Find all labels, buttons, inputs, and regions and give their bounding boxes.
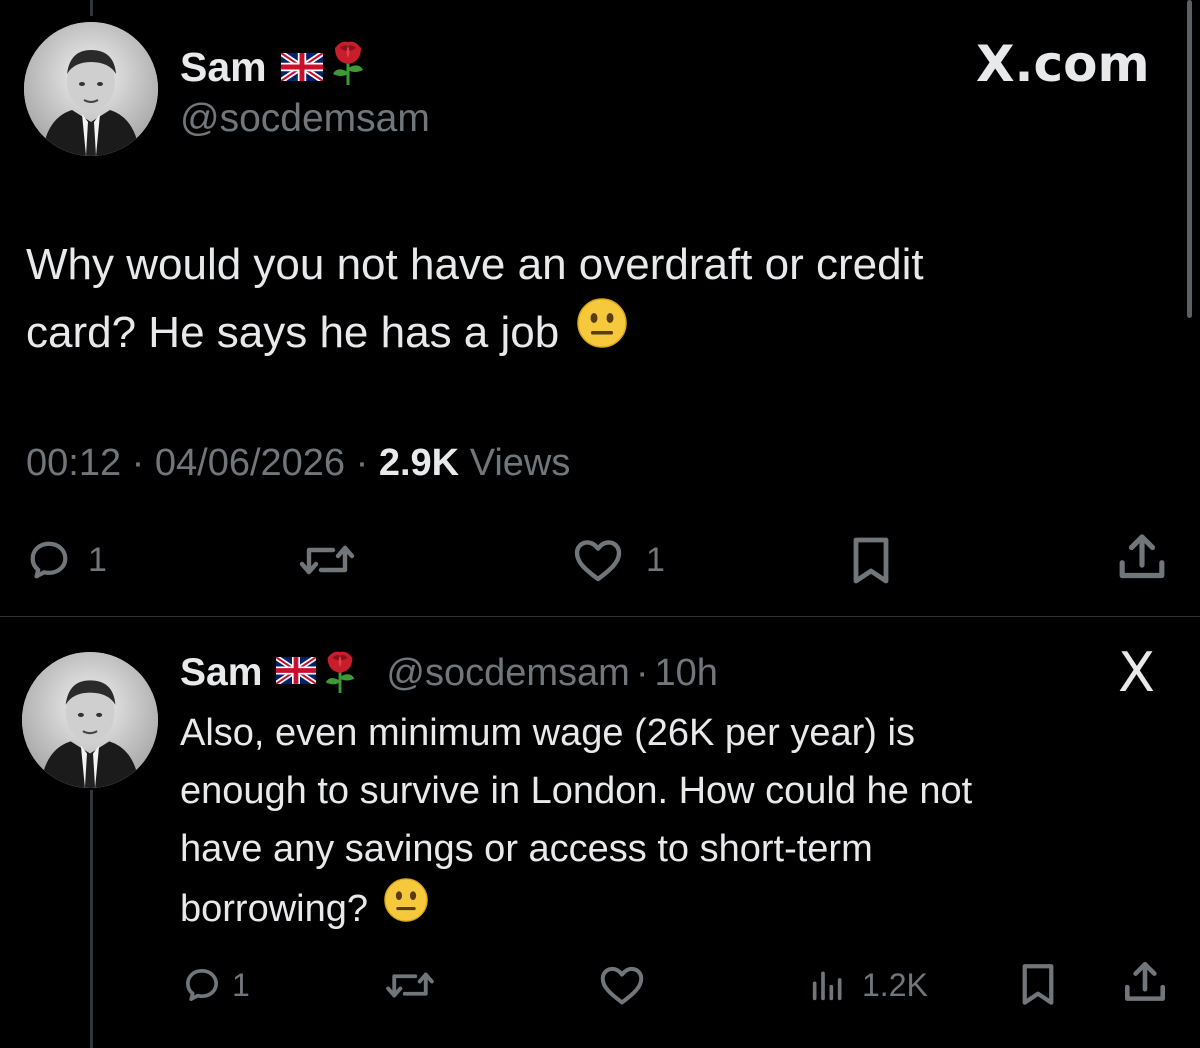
share-button[interactable]	[1114, 530, 1170, 586]
x-logo-label: X	[1118, 641, 1155, 704]
repost-icon	[386, 972, 434, 998]
author-name[interactable]: Sam	[180, 38, 369, 96]
reply-header: Sam @socdemsam · 10h	[180, 648, 718, 698]
bookmark-icon	[853, 537, 889, 584]
bookmark-button[interactable]	[846, 532, 896, 588]
author-handle[interactable]: @socdemsam	[180, 96, 430, 142]
views-count: 2.9K	[378, 442, 460, 484]
reply-views-button[interactable]: 1.2K	[808, 962, 928, 1008]
reply-avatar[interactable]	[22, 652, 158, 788]
reply-count: 1	[88, 540, 107, 579]
tweet-time[interactable]: 00:12	[26, 442, 121, 484]
tweet-divider	[0, 616, 1200, 617]
share-icon	[1125, 961, 1165, 1001]
meta-separator: ·	[635, 651, 649, 694]
reply-repost-button[interactable]	[382, 962, 438, 1008]
rose-icon	[327, 38, 369, 96]
uk-flag-icon	[279, 43, 325, 91]
reply-text-line: borrowing?	[180, 878, 972, 939]
repost-button[interactable]	[296, 532, 358, 588]
reply-author-handle[interactable]: @socdemsam	[386, 652, 629, 695]
share-icon	[1119, 534, 1165, 579]
reply-text-line: enough to survive in London. How could h…	[180, 770, 973, 812]
like-button[interactable]: 1	[572, 532, 665, 588]
tweet-text-line: card? He says he has a job	[26, 298, 924, 367]
reply-text-line: Also, even minimum wage (26K per year) i…	[180, 712, 915, 754]
avatar-portrait-icon	[24, 22, 158, 156]
thread-line-bottom	[90, 790, 93, 1048]
like-count: 1	[646, 540, 665, 579]
x-brand-label[interactable]: X.com	[976, 36, 1150, 92]
reply-age[interactable]: 10h	[654, 652, 717, 695]
bookmark-icon	[1022, 964, 1054, 1005]
tweet-text-line: Why would you not have an overdraft or c…	[26, 240, 924, 289]
reply-text-line: have any savings or access to short-term	[180, 828, 873, 870]
reply-text: Also, even minimum wage (26K per year) i…	[180, 704, 972, 939]
avatar-portrait-icon	[22, 652, 158, 788]
avatar[interactable]	[24, 22, 158, 156]
reply-like-button[interactable]	[598, 962, 646, 1008]
reply-icon	[30, 541, 68, 579]
tweet-text: Why would you not have an overdraft or c…	[26, 232, 924, 367]
rose-icon	[320, 648, 360, 699]
reply-views-count: 1.2K	[862, 966, 928, 1003]
reply-bookmark-button[interactable]	[1016, 960, 1060, 1008]
tweet-meta: 00:12 · 04/06/2026 · 2.9K Views	[26, 440, 570, 486]
reply-icon	[186, 969, 219, 1001]
views-chart-icon	[812, 971, 842, 1001]
uk-flag-icon	[274, 654, 318, 689]
x-logo-label: X.com	[976, 35, 1150, 93]
thread-line-top	[90, 0, 93, 16]
reply-reply-button[interactable]: 1	[182, 962, 250, 1008]
reply-share-button[interactable]	[1120, 958, 1170, 1008]
reply-author-name[interactable]: Sam	[180, 651, 262, 695]
heart-icon	[600, 966, 644, 1005]
tweet-date[interactable]: 04/06/2026	[155, 442, 345, 484]
meta-separator: ·	[355, 442, 369, 484]
heart-icon	[574, 540, 622, 582]
neutral-face-emoji-icon	[577, 298, 627, 367]
meta-separator: ·	[131, 442, 145, 484]
repost-icon	[299, 545, 355, 575]
views-label: Views	[469, 442, 571, 484]
x-brand-label[interactable]: X	[1118, 646, 1155, 700]
scrollbar[interactable]	[1187, 0, 1192, 318]
neutral-face-emoji-icon	[384, 878, 428, 939]
reply-count: 1	[232, 966, 250, 1003]
reply-button[interactable]: 1	[26, 532, 107, 588]
